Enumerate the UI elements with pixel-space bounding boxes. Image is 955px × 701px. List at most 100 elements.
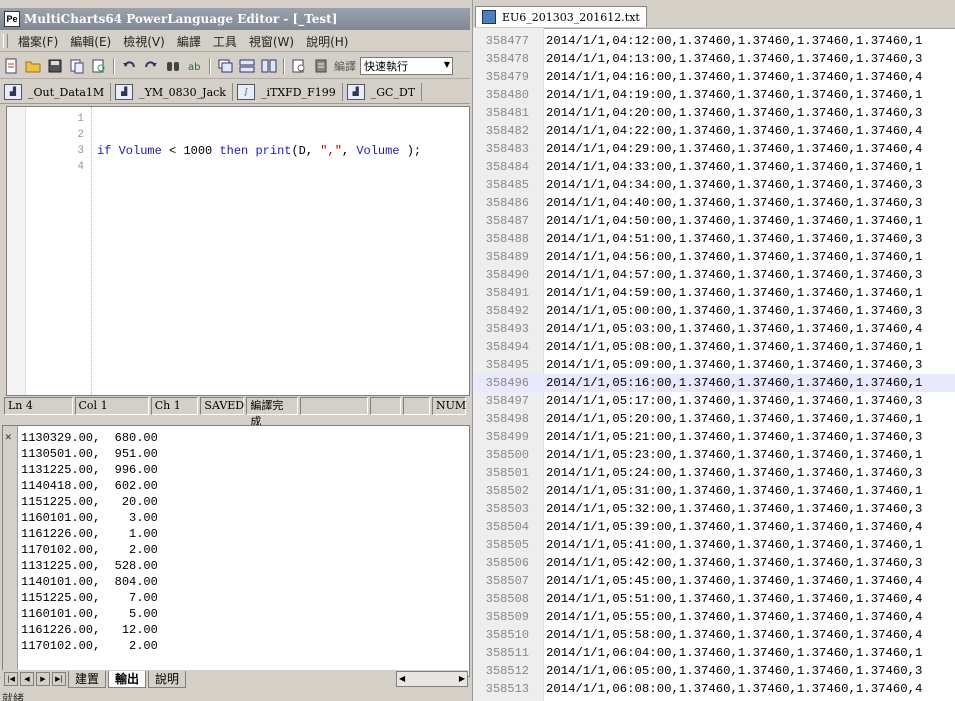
menu-help[interactable]: 說明(H) (300, 33, 354, 50)
doc-tab-gc-dt[interactable]: ▟ _GC_DT (346, 83, 423, 101)
file-line-text: 2014/1/1,05:17:00,1.37460,1.37460,1.3746… (546, 394, 923, 408)
file-line-number: 358484 (485, 160, 529, 174)
output-line: 1170102.00, 2.00 (21, 639, 158, 653)
string-literal: "," (320, 144, 342, 158)
file-line-text: 2014/1/1,05:41:00,1.37460,1.37460,1.3746… (546, 538, 923, 552)
file-line: 358491 2014/1/1,04:59:00,1.37460,1.37460,… (473, 284, 955, 302)
status-empty (370, 397, 402, 415)
tab-help[interactable]: 說明 (148, 670, 187, 688)
file-line-text: 2014/1/1,05:31:00,1.37460,1.37460,1.3746… (546, 484, 923, 498)
doc-tab-label: _iTXFD_F199 (260, 85, 336, 99)
window-tile-vertical-icon[interactable] (260, 57, 278, 75)
binoculars-icon[interactable] (164, 57, 182, 75)
file-line: 358480 2014/1/1,04:19:00,1.37460,1.37460,… (473, 86, 955, 104)
toolbar-separator (283, 58, 285, 74)
undo-icon[interactable] (120, 57, 138, 75)
status-line: Ln 4 (4, 397, 73, 415)
replace-icon[interactable]: ab (186, 57, 204, 75)
file-line-number: 358510 (485, 628, 529, 642)
line-number: 2 (77, 129, 84, 141)
find-doc-icon[interactable] (90, 57, 108, 75)
code-editor[interactable]: 1 2 3 4 if Volume < 1000 then print(D, "… (6, 106, 470, 396)
file-line: 358490 2014/1/1,04:57:00,1.37460,1.37460,… (473, 266, 955, 284)
file-line-number: 358503 (485, 502, 529, 516)
chart-doc-icon: ▟ (115, 84, 134, 100)
scroll-right-icon[interactable]: ▶ (457, 672, 467, 686)
output-line: 1170102.00, 2.00 (21, 543, 158, 557)
file-line-text: 2014/1/1,05:24:00,1.37460,1.37460,1.3746… (546, 466, 923, 480)
window-cascade-icon[interactable] (216, 57, 234, 75)
open-folder-icon[interactable] (24, 57, 42, 75)
file-line-text: 2014/1/1,05:20:00,1.37460,1.37460,1.3746… (546, 412, 923, 426)
file-line-number: 358479 (485, 70, 529, 84)
file-line-text: 2014/1/1,05:58:00,1.37460,1.37460,1.3746… (546, 628, 923, 642)
file-line-number: 358512 (485, 664, 529, 678)
file-line: 358486 2014/1/1,04:40:00,1.37460,1.37460,… (473, 194, 955, 212)
scroll-left-icon[interactable]: ◀ (397, 672, 407, 686)
file-line-number: 358508 (485, 592, 529, 606)
new-file-icon[interactable] (2, 57, 20, 75)
menu-view[interactable]: 檢視(V) (117, 33, 171, 50)
menu-tools[interactable]: 工具 (207, 33, 243, 50)
output-line: 1131225.00, 528.00 (21, 559, 158, 573)
code-area[interactable]: if Volume < 1000 then print(D, ",", Volu… (97, 111, 421, 175)
output-panel[interactable]: ✕ 1130329.00, 680.00 1130501.00, 951.00 … (2, 425, 470, 677)
file-line: 358493 2014/1/1,05:03:00,1.37460,1.37460,… (473, 320, 955, 338)
compile-icon[interactable] (312, 57, 330, 75)
output-tabs: |◀ ◀ ▶ ▶| 建置 輸出 說明 ◀ ▶ (2, 670, 468, 688)
identifier: Volume (118, 144, 162, 158)
file-line-text: 2014/1/1,04:16:00,1.37460,1.37460,1.3746… (546, 70, 923, 84)
menu-compile[interactable]: 編譯 (171, 33, 207, 50)
doc-tab-ym-0830-jack[interactable]: ▟ _YM_0830_Jack (115, 83, 233, 101)
menu-edit[interactable]: 編輯(E) (64, 33, 117, 50)
file-line-text: 2014/1/1,04:56:00,1.37460,1.37460,1.3746… (546, 250, 923, 264)
file-content[interactable]: 358477 2014/1/1,04:12:00,1.37460,1.37460,… (473, 32, 955, 698)
menu-bar: 檔案(F) 編輯(E) 檢視(V) 編譯 工具 視窗(W) 說明(H) (0, 31, 470, 52)
status-ready: 就緒 (2, 692, 24, 701)
file-tab[interactable]: EU6_201303_201612.txt (475, 6, 647, 27)
file-line-number: 358487 (485, 214, 529, 228)
output-panel-strip: ✕ (3, 426, 18, 676)
app-icon: Pe (4, 11, 20, 27)
next-tab-icon[interactable]: ▶ (36, 672, 50, 686)
save-icon[interactable] (46, 57, 64, 75)
punctuation: , (341, 144, 350, 158)
chevron-down-icon: ▼ (443, 60, 450, 69)
copy-doc-icon[interactable] (68, 57, 86, 75)
chart-doc-icon: ▟ (346, 84, 365, 100)
file-line: 358482 2014/1/1,04:22:00,1.37460,1.37460,… (473, 122, 955, 140)
file-line-number: 358511 (485, 646, 529, 660)
last-tab-icon[interactable]: ▶| (52, 672, 66, 686)
doc-tab-out-data1m[interactable]: ▟ _Out_Data1M (4, 83, 112, 101)
compile-label[interactable]: 編譯 (334, 58, 356, 74)
first-tab-icon[interactable]: |◀ (4, 672, 18, 686)
editor-margin (7, 107, 26, 395)
speed-select[interactable]: 快速執行 ▼ (360, 57, 453, 75)
file-line-number: 358478 (485, 52, 529, 66)
window-tile-horizontal-icon[interactable] (238, 57, 256, 75)
prev-tab-icon[interactable]: ◀ (20, 672, 34, 686)
doc-tab-label: _GC_DT (370, 85, 416, 99)
doc-tab-itxfd-f199[interactable]: ∫ _iTXFD_F199 (236, 83, 343, 101)
file-line-text: 2014/1/1,06:05:00,1.37460,1.37460,1.3746… (546, 664, 923, 678)
file-line: 358494 2014/1/1,05:08:00,1.37460,1.37460,… (473, 338, 955, 356)
menu-window[interactable]: 視窗(W) (243, 33, 300, 50)
verify-icon[interactable] (290, 57, 308, 75)
tab-build[interactable]: 建置 (68, 670, 107, 688)
file-line-text: 2014/1/1,05:21:00,1.37460,1.37460,1.3746… (546, 430, 923, 444)
tab-output[interactable]: 輸出 (108, 670, 147, 688)
close-icon[interactable]: ✕ (5, 430, 12, 444)
redo-icon[interactable] (142, 57, 160, 75)
file-line-number: 358502 (485, 484, 529, 498)
file-line-text: 2014/1/1,05:16:00,1.37460,1.37460,1.3746… (546, 376, 923, 390)
horizontal-scrollbar[interactable]: ◀ ▶ (396, 671, 468, 687)
file-line: 358487 2014/1/1,04:50:00,1.37460,1.37460,… (473, 212, 955, 230)
file-line: 358507 2014/1/1,05:45:00,1.37460,1.37460,… (473, 572, 955, 590)
file-line-text: 2014/1/1,04:12:00,1.37460,1.37460,1.3746… (546, 34, 923, 48)
status-bar: Ln 4 Col 1 Ch 1 SAVED 編譯完成 NUM (4, 397, 468, 428)
file-line-number: 358492 (485, 304, 529, 318)
file-line-number: 358493 (485, 322, 529, 336)
menu-file[interactable]: 檔案(F) (12, 33, 64, 50)
file-line: 358489 2014/1/1,04:56:00,1.37460,1.37460,… (473, 248, 955, 266)
file-line-text: 2014/1/1,05:55:00,1.37460,1.37460,1.3746… (546, 610, 923, 624)
